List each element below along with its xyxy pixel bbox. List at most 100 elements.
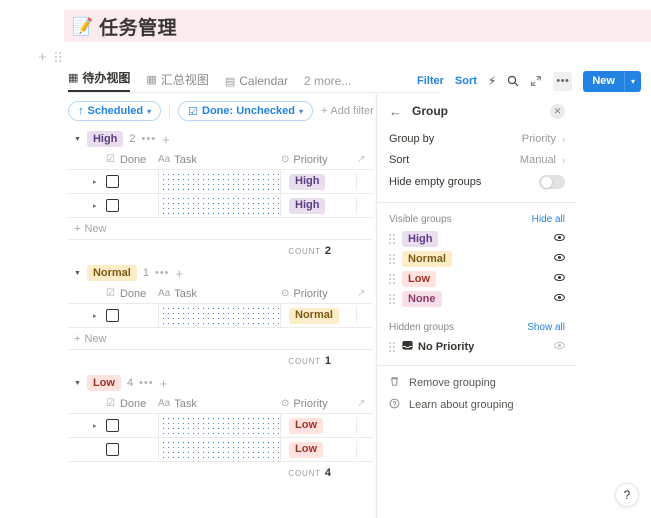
hide-empty-groups-toggle[interactable] [539, 175, 565, 189]
column-header-extra[interactable]: ↗ [357, 154, 373, 165]
column-header-done[interactable]: ☑ Done [68, 154, 158, 166]
tab-calendar[interactable]: ▤ Calendar [225, 74, 288, 92]
page-title[interactable]: 任务管理 [99, 13, 177, 40]
eye-icon[interactable] [554, 252, 565, 266]
tab-summary-view[interactable]: ▦ 汇总视图 [146, 71, 208, 92]
drag-handle-icon[interactable] [389, 274, 396, 284]
row-expand-caret[interactable]: ▸ [93, 312, 100, 320]
row-checkbox[interactable] [106, 309, 119, 322]
table-row[interactable]: ▸ High [68, 169, 373, 194]
filter-chip-scheduled[interactable]: ↑ Scheduled ▾ [68, 101, 162, 121]
drag-handle-icon[interactable] [54, 52, 63, 63]
close-icon[interactable]: ✕ [550, 103, 565, 119]
row-task-cell[interactable] [158, 169, 281, 194]
row-done-cell[interactable]: ▸ [68, 199, 158, 212]
group-add-icon[interactable]: + [162, 132, 170, 147]
row-extra-cell[interactable] [357, 438, 373, 462]
column-header-extra[interactable]: ↗ [357, 398, 373, 409]
column-header-priority[interactable]: ⊙ Priority [281, 288, 357, 300]
page-icon-emoji[interactable]: 📝 [72, 18, 93, 35]
row-priority-cell[interactable]: Low [281, 441, 357, 458]
group-collapse-caret[interactable]: ▼ [74, 136, 81, 143]
eye-off-icon[interactable] [554, 340, 565, 354]
expand-icon[interactable] [530, 75, 542, 87]
tabs-more-button[interactable]: 2 more... [304, 74, 351, 92]
automation-icon[interactable]: ⚡ [488, 74, 496, 88]
help-button[interactable]: ? [615, 483, 639, 507]
more-options-button[interactable]: ••• [553, 71, 573, 91]
row-extra-cell[interactable] [357, 414, 373, 438]
row-expand-caret[interactable]: ▸ [93, 178, 100, 186]
group-by-row[interactable]: Group by Priority › [377, 128, 577, 149]
group-header[interactable]: ▼ Normal 1 ••• + [68, 262, 373, 284]
visible-group-item[interactable]: Normal [377, 249, 577, 269]
group-more-icon[interactable]: ••• [139, 377, 154, 389]
row-done-cell[interactable] [68, 443, 158, 456]
row-expand-caret[interactable]: ▸ [93, 422, 100, 430]
filter-button[interactable]: Filter [417, 75, 444, 87]
row-priority-cell[interactable]: Low [281, 417, 357, 434]
tab-todo-view[interactable]: ▦ 待办视图 [68, 69, 131, 92]
group-collapse-caret[interactable]: ▼ [74, 380, 81, 387]
add-block-icon[interactable]: + [38, 50, 47, 65]
hidden-group-item[interactable]: No Priority [377, 337, 577, 357]
column-header-priority[interactable]: ⊙ Priority [281, 154, 357, 166]
back-arrow-icon[interactable]: ← [389, 104, 402, 119]
row-done-cell[interactable]: ▸ [68, 175, 158, 188]
row-checkbox[interactable] [106, 175, 119, 188]
row-extra-cell[interactable] [357, 170, 373, 194]
group-collapse-caret[interactable]: ▼ [74, 270, 81, 277]
drag-handle-icon[interactable] [389, 294, 396, 304]
row-done-cell[interactable]: ▸ [68, 419, 158, 432]
add-filter-button[interactable]: + Add filter [321, 105, 374, 117]
column-header-done[interactable]: ☑ Done [68, 288, 158, 300]
visible-group-item[interactable]: Low [377, 269, 577, 289]
panel-action-item[interactable]: Learn about grouping [377, 394, 577, 416]
group-more-icon[interactable]: ••• [142, 133, 157, 145]
group-add-icon[interactable]: + [176, 266, 184, 281]
group-header[interactable]: ▼ Low 4 ••• + [68, 372, 373, 394]
new-button-dropdown[interactable]: ▾ [623, 70, 641, 92]
table-row[interactable]: ▸ Low [68, 413, 373, 438]
eye-icon[interactable] [554, 272, 565, 286]
visible-group-item[interactable]: High [377, 229, 577, 249]
row-extra-cell[interactable] [357, 194, 373, 218]
column-header-priority[interactable]: ⊙ Priority [281, 398, 357, 410]
column-header-task[interactable]: Aa Task [158, 288, 281, 300]
row-checkbox[interactable] [106, 199, 119, 212]
sort-button[interactable]: Sort [455, 75, 477, 87]
hide-all-button[interactable]: Hide all [532, 214, 565, 225]
row-priority-cell[interactable]: Normal [281, 307, 357, 324]
row-task-cell[interactable] [158, 437, 281, 462]
visible-group-item[interactable]: None [377, 289, 577, 309]
group-add-icon[interactable]: + [160, 376, 168, 391]
row-checkbox[interactable] [106, 443, 119, 456]
eye-icon[interactable] [554, 232, 565, 246]
table-row[interactable]: Low [68, 437, 373, 462]
row-extra-cell[interactable] [357, 304, 373, 328]
filter-chip-done[interactable]: ☑ Done: Unchecked ▾ [178, 101, 313, 121]
sort-row[interactable]: Sort Manual › [377, 149, 577, 170]
new-row-button[interactable]: + New [68, 218, 373, 240]
group-header[interactable]: ▼ High 2 ••• + [68, 128, 373, 150]
eye-icon[interactable] [554, 292, 565, 306]
column-header-done[interactable]: ☑ Done [68, 398, 158, 410]
table-row[interactable]: ▸ Normal [68, 303, 373, 328]
row-done-cell[interactable]: ▸ [68, 309, 158, 322]
show-all-button[interactable]: Show all [527, 322, 565, 333]
row-task-cell[interactable] [158, 193, 281, 218]
column-header-task[interactable]: Aa Task [158, 398, 281, 410]
row-task-cell[interactable] [158, 303, 281, 328]
drag-handle-icon[interactable] [389, 234, 396, 244]
row-priority-cell[interactable]: High [281, 173, 357, 190]
search-icon[interactable] [507, 75, 519, 87]
column-header-extra[interactable]: ↗ [357, 288, 373, 299]
drag-handle-icon[interactable] [389, 342, 396, 352]
drag-handle-icon[interactable] [389, 254, 396, 264]
table-row[interactable]: ▸ High [68, 193, 373, 218]
new-button[interactable]: New [583, 70, 624, 92]
hide-empty-groups-row[interactable]: Hide empty groups [377, 170, 577, 194]
column-header-task[interactable]: Aa Task [158, 154, 281, 166]
row-expand-caret[interactable]: ▸ [93, 202, 100, 210]
new-row-button[interactable]: + New [68, 328, 373, 350]
